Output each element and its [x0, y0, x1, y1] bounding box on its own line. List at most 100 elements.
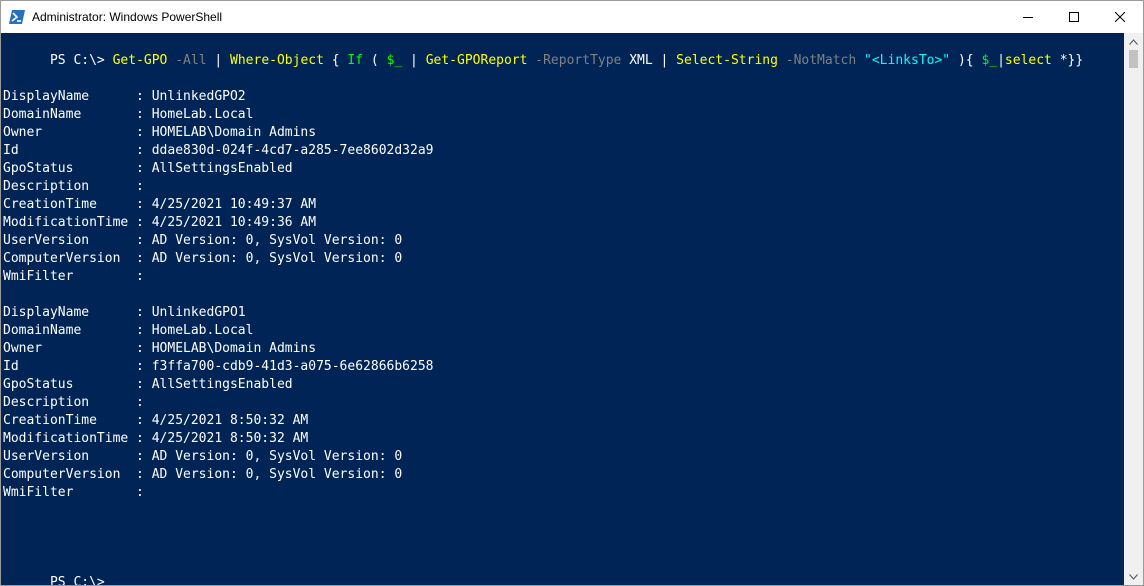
record-row: Id : f3ffa700-cdb9-41d3-a075-6e62866b625… — [3, 358, 433, 376]
record-row: ModificationTime : 4/25/2021 8:50:32 AM — [3, 430, 308, 448]
console-output[interactable]: PS C:\> Get-GPO -All | Where-Object { If… — [1, 33, 1124, 585]
command-token: Get-GPOReport — [425, 53, 528, 68]
window-title: Administrator: Windows PowerShell — [32, 10, 223, 24]
command-token — [856, 53, 864, 68]
record-key: DomainName — [3, 107, 129, 122]
record-key: Owner — [3, 125, 129, 140]
record-key: Id — [3, 143, 129, 158]
record-row: DisplayName : UnlinkedGPO2 — [3, 88, 246, 106]
record-value: 4/25/2021 8:50:32 AM — [151, 431, 309, 446]
command-token: *}} — [1051, 53, 1084, 68]
record-key: DisplayName — [3, 305, 129, 320]
record-key: Description — [3, 395, 129, 410]
close-icon — [1115, 12, 1125, 22]
record-separator: : — [128, 305, 152, 320]
record-key: DisplayName — [3, 89, 129, 104]
command-token: -All — [175, 53, 207, 68]
record-separator: : — [128, 467, 152, 482]
maximize-button[interactable] — [1051, 1, 1097, 33]
record-separator: : — [128, 179, 152, 194]
close-button[interactable] — [1097, 1, 1143, 33]
record-row: Description : — [3, 178, 152, 196]
record-separator: : — [128, 359, 152, 374]
record-value: AD Version: 0, SysVol Version: 0 — [151, 233, 403, 248]
maximize-icon — [1069, 12, 1079, 22]
command-token: ){ — [950, 53, 982, 68]
prompt: PS C:\> — [49, 53, 113, 68]
command-token: | — [997, 53, 1005, 68]
record-key: Owner — [3, 341, 129, 356]
record-row: WmiFilter : — [3, 268, 152, 286]
powershell-icon — [9, 10, 25, 24]
record-key: ComputerVersion — [3, 467, 129, 482]
record-row: WmiFilter : — [3, 484, 152, 502]
record-row: UserVersion : AD Version: 0, SysVol Vers… — [3, 448, 402, 466]
record-row: GpoStatus : AllSettingsEnabled — [3, 376, 293, 394]
record-value: UnlinkedGPO2 — [151, 89, 246, 104]
record-separator: : — [128, 395, 152, 410]
record-key: ModificationTime — [3, 431, 129, 446]
command-token: select — [1004, 53, 1052, 68]
record-value: ddae830d-024f-4cd7-a285-7ee8602d32a9 — [151, 143, 434, 158]
record-separator: : — [128, 341, 152, 356]
record-row: DomainName : HomeLab.Local — [3, 106, 253, 124]
record-separator: : — [128, 215, 152, 230]
command-token: | — [402, 53, 426, 68]
command-token: Where-Object — [230, 53, 324, 68]
record-key: UserVersion — [3, 449, 129, 464]
record-separator: : — [128, 89, 152, 104]
vertical-scrollbar[interactable] — [1124, 33, 1143, 585]
record-key: GpoStatus — [3, 377, 129, 392]
command-token: If — [347, 53, 364, 68]
record-row: Owner : HOMELAB\Domain Admins — [3, 340, 316, 358]
record-key: DomainName — [3, 323, 129, 338]
record-row: Owner : HOMELAB\Domain Admins — [3, 124, 316, 142]
record-row: ModificationTime : 4/25/2021 10:49:36 AM — [3, 214, 316, 232]
record-value: 4/25/2021 10:49:36 AM — [151, 215, 317, 230]
record-key: UserVersion — [3, 233, 129, 248]
record-key: Id — [3, 359, 129, 374]
record-row: ComputerVersion : AD Version: 0, SysVol … — [3, 250, 402, 268]
record-value: 4/25/2021 10:49:37 AM — [151, 197, 317, 212]
record-row: UserVersion : AD Version: 0, SysVol Vers… — [3, 232, 402, 250]
record-row: ComputerVersion : AD Version: 0, SysVol … — [3, 466, 402, 484]
command-token: ( — [363, 53, 387, 68]
command-token: Get-GPO — [112, 53, 168, 68]
minimize-icon — [1023, 17, 1033, 18]
command-token: XML | — [621, 53, 677, 68]
record-key: WmiFilter — [3, 485, 129, 500]
record-value: AllSettingsEnabled — [151, 377, 293, 392]
command-token: $_ — [981, 53, 998, 68]
record-key: ModificationTime — [3, 215, 129, 230]
record-separator: : — [128, 377, 152, 392]
record-key: ComputerVersion — [3, 251, 129, 266]
record-value: AD Version: 0, SysVol Version: 0 — [151, 251, 403, 266]
minimize-button[interactable] — [1005, 1, 1051, 33]
final-prompt-line: PS C:\> — [3, 556, 123, 585]
final-prompt: PS C:\> — [49, 575, 113, 585]
command-token: $_ — [386, 53, 403, 68]
record-value: AD Version: 0, SysVol Version: 0 — [151, 467, 403, 482]
title-bar[interactable]: Administrator: Windows PowerShell — [1, 1, 1143, 33]
record-key: WmiFilter — [3, 269, 129, 284]
record-row: GpoStatus : AllSettingsEnabled — [3, 160, 293, 178]
record-separator: : — [128, 161, 152, 176]
chevron-down-icon — [1129, 573, 1138, 580]
record-row: Description : — [3, 394, 152, 412]
chevron-up-icon — [1129, 38, 1138, 45]
command-line: PS C:\> Get-GPO -All | Where-Object { If… — [3, 34, 1083, 68]
record-key: GpoStatus — [3, 161, 129, 176]
record-row: Id : ddae830d-024f-4cd7-a285-7ee8602d32a… — [3, 142, 433, 160]
record-row: DomainName : HomeLab.Local — [3, 322, 253, 340]
record-separator: : — [128, 413, 152, 428]
record-separator: : — [128, 197, 152, 212]
record-row: CreationTime : 4/25/2021 10:49:37 AM — [3, 196, 316, 214]
record-separator: : — [128, 125, 152, 140]
scrollbar-thumb[interactable] — [1129, 50, 1138, 68]
scroll-up-button[interactable] — [1124, 33, 1143, 50]
scroll-down-button[interactable] — [1124, 568, 1143, 585]
record-value: AD Version: 0, SysVol Version: 0 — [151, 449, 403, 464]
record-value: HomeLab.Local — [151, 107, 254, 122]
record-value: HOMELAB\Domain Admins — [151, 341, 317, 356]
command-token: | — [206, 53, 231, 68]
